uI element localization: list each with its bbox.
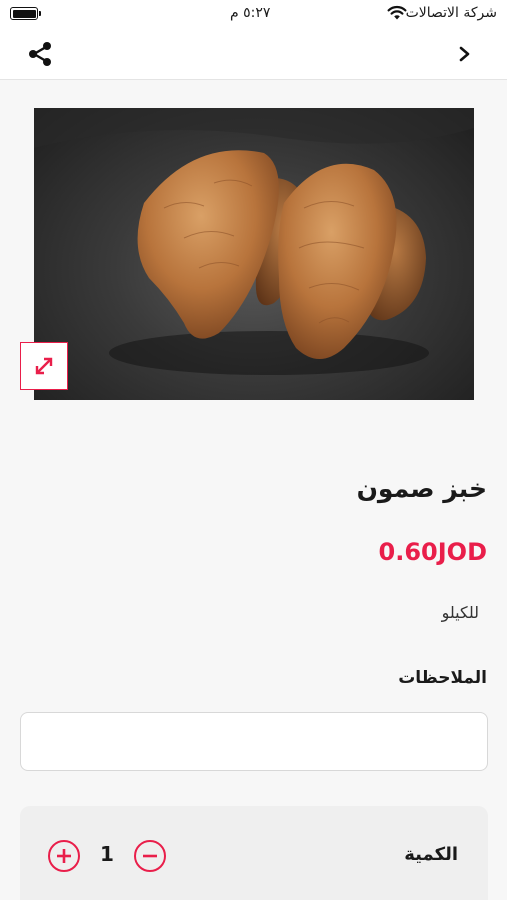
status-bar: شركة الاتصالات ٥:٢٧ م <box>0 0 507 28</box>
clock: ٥:٢٧ م <box>230 5 271 21</box>
quantity-label: الكمية <box>404 844 458 865</box>
quantity-card: الكمية 1 <box>20 806 488 900</box>
bread-illustration <box>34 108 474 375</box>
wifi-icon <box>387 5 407 20</box>
increase-quantity-button[interactable] <box>48 840 80 872</box>
product-unit: للكيلو <box>441 603 479 622</box>
share-icon[interactable] <box>26 40 54 68</box>
plus-icon <box>57 849 71 863</box>
notes-label: الملاحظات <box>398 668 487 688</box>
carrier-name: شركة الاتصالات <box>405 5 497 21</box>
decrease-quantity-button[interactable] <box>134 840 166 872</box>
expand-image-button[interactable] <box>20 342 68 390</box>
battery-icon <box>10 7 41 20</box>
product-name: خبز صمون <box>356 474 487 503</box>
quantity-value: 1 <box>100 842 114 866</box>
product-image <box>34 108 474 400</box>
expand-arrows-icon <box>35 357 53 375</box>
nav-bar <box>0 28 507 80</box>
product-price: 0.60JOD <box>378 538 487 566</box>
minus-icon <box>143 854 157 858</box>
notes-field[interactable] <box>20 712 488 771</box>
chevron-right-icon[interactable] <box>457 42 473 66</box>
